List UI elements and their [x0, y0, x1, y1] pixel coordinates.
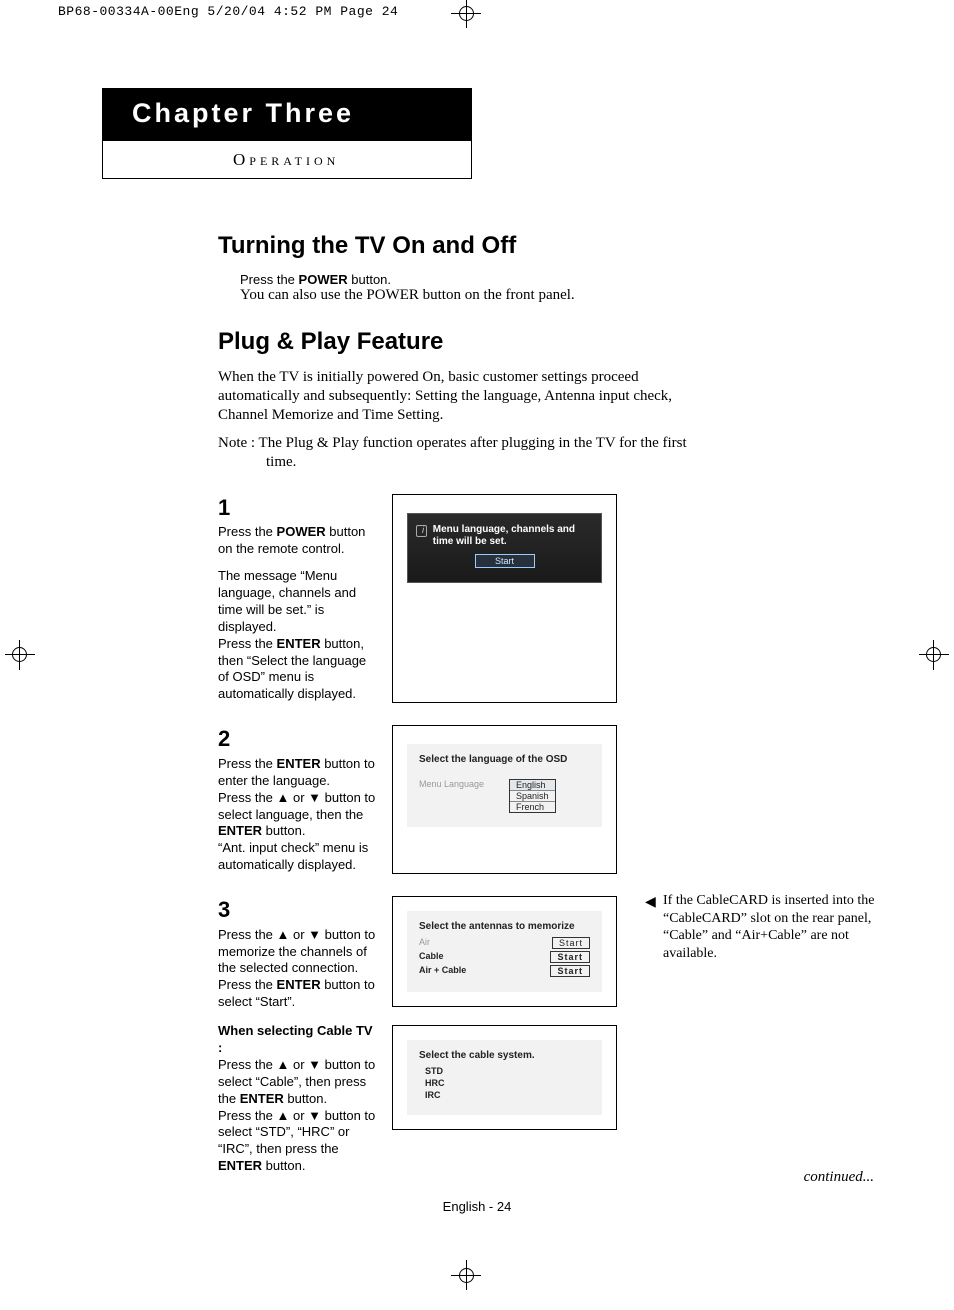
step-1-number: 1	[218, 494, 378, 523]
chapter-block: Chapter Three Operation	[102, 88, 472, 179]
info-icon	[416, 525, 427, 537]
lang-option-spanish: Spanish	[510, 790, 555, 801]
step-3-cable-text-b: Press the ▲ or ▼ button to select “STD”,…	[218, 1108, 378, 1176]
chapter-subtitle: Operation	[233, 150, 339, 170]
lang-option-french: French	[510, 801, 555, 812]
chapter-title: Chapter Three	[102, 88, 472, 141]
step-1-text-b: The message “Menu language, channels and…	[218, 568, 378, 636]
osd-cable-system-title: Select the cable system.	[419, 1050, 590, 1061]
osd-message: Menu language, channels and time will be…	[433, 524, 593, 548]
step-3: 3 Press the ▲ or ▼ button to memorize th…	[218, 896, 698, 1175]
step-3-screen-cable-system: Select the cable system. STD HRC IRC	[392, 1025, 617, 1130]
osd-lang-title: Select the language of the OSD	[419, 754, 590, 765]
step-1-screen: Menu language, channels and time will be…	[392, 494, 617, 704]
registration-mark-top	[455, 2, 479, 26]
content-column: Turning the TV On and Off Press the POWE…	[218, 232, 698, 1175]
cable-system-irc: IRC	[419, 1089, 590, 1101]
step-2-text-b: Press the ▲ or ▼ button to select langua…	[218, 790, 378, 841]
step-3-screen-antenna: Select the antennas to memorize Air Star…	[392, 896, 617, 1007]
step-3-cable-text-a: Press the ▲ or ▼ button to select “Cable…	[218, 1057, 378, 1108]
power-alt-instruction: You can also use the POWER button on the…	[240, 287, 698, 304]
page: Chapter Three Operation Turning the TV O…	[40, 42, 914, 1252]
step-2: 2 Press the ENTER button to enter the la…	[218, 725, 698, 874]
print-header: BP68-00334A-00Eng 5/20/04 4:52 PM Page 2…	[58, 4, 398, 19]
registration-mark-bottom	[455, 1264, 479, 1288]
antenna-row-cable: Cable Start	[419, 950, 590, 964]
step-3-number: 3	[218, 896, 378, 925]
step-2-text-c: “Ant. input check” menu is automatically…	[218, 840, 378, 874]
plug-play-note: Note : The Plug & Play function operates…	[218, 434, 698, 472]
step-1: 1 Press the POWER button on the remote c…	[218, 494, 698, 704]
antenna-row-air: Air Start	[419, 936, 590, 950]
cable-system-hrc: HRC	[419, 1077, 590, 1089]
registration-mark-left	[5, 640, 35, 670]
heading-turning-on: Turning the TV On and Off	[218, 232, 698, 260]
step-1-text-c: Press the ENTER button, then “Select the…	[218, 636, 378, 704]
continued-label: continued...	[804, 1169, 874, 1186]
heading-plug-play: Plug & Play Feature	[218, 328, 698, 356]
antenna-row-air-cable: Air + Cable Start	[419, 964, 590, 978]
power-instruction: Press the POWER button.	[240, 272, 698, 287]
step-3-text-a: Press the ▲ or ▼ button to memorize the …	[218, 927, 378, 1011]
osd-start-button: Start	[475, 554, 535, 568]
osd-lang-list: English Spanish French	[509, 779, 556, 813]
step-2-number: 2	[218, 725, 378, 754]
step-1-text-a: Press the POWER button on the remote con…	[218, 524, 378, 558]
cable-system-std: STD	[419, 1065, 590, 1077]
step-2-screen: Select the language of the OSD Menu Lang…	[392, 725, 617, 874]
osd-antenna-title: Select the antennas to memorize	[419, 921, 590, 932]
step-2-text-a: Press the ENTER button to enter the lang…	[218, 756, 378, 790]
plug-play-description: When the TV is initially powered On, bas…	[218, 368, 698, 424]
osd-lang-label: Menu Language	[419, 779, 509, 813]
triangle-left-icon: ◀	[645, 894, 656, 912]
registration-mark-right	[919, 640, 949, 670]
side-note-text: If the CableCARD is inserted into the “C…	[663, 893, 875, 961]
lang-option-english: English	[510, 780, 555, 790]
step-3-cable-heading: When selecting Cable TV :	[218, 1023, 378, 1057]
side-note: ◀ If the CableCARD is inserted into the …	[663, 892, 903, 962]
page-footer: English - 24	[40, 1199, 914, 1214]
